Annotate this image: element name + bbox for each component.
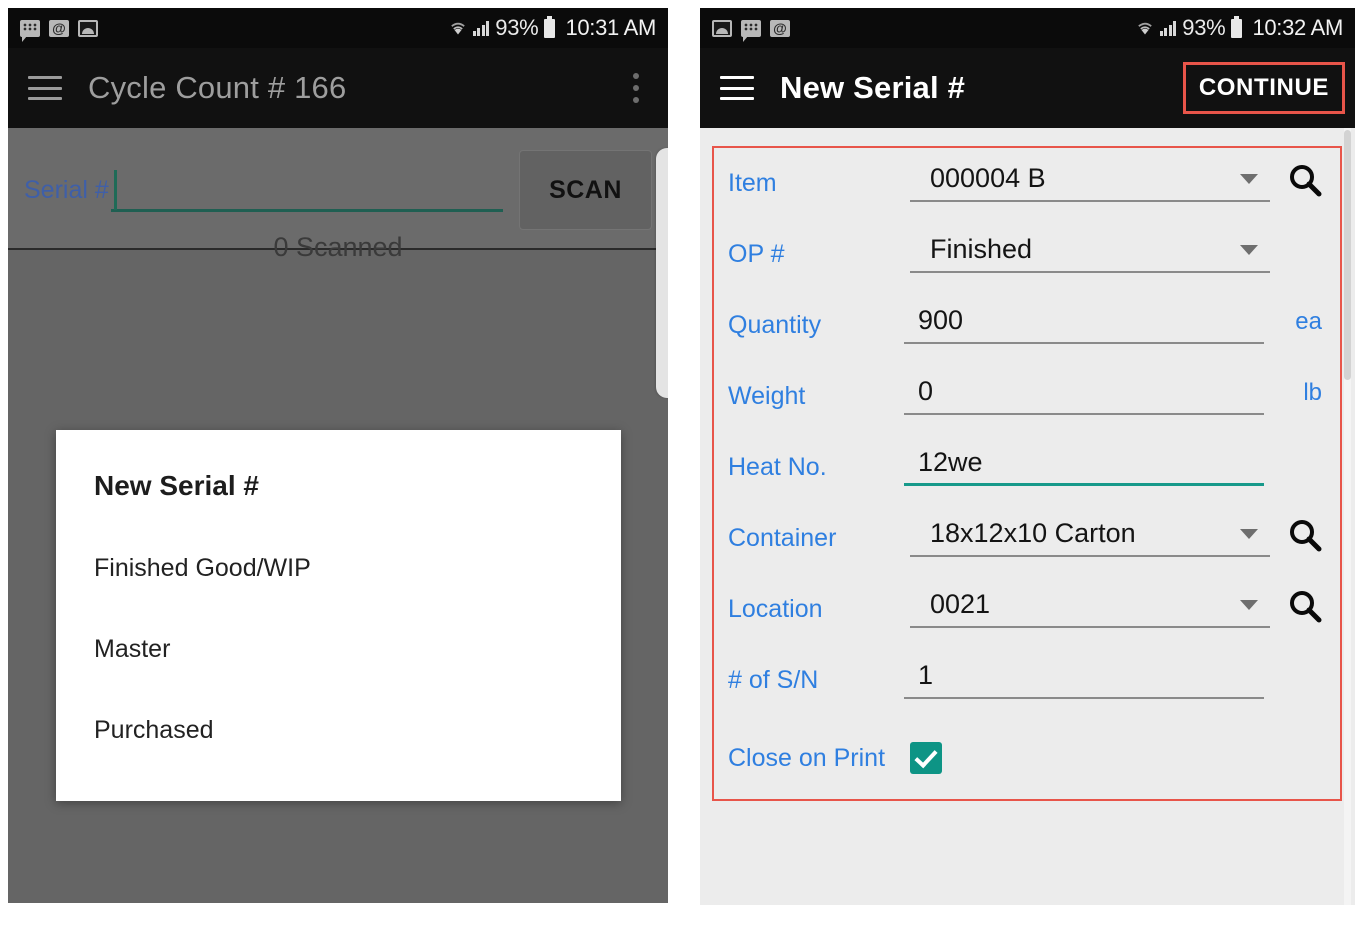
scan-button[interactable]: SCAN (519, 150, 652, 230)
right-phone-screenshot: @ 93% 10:32 AM New Serial # CONTINUE Ite… (700, 8, 1355, 905)
left-app-bar: Cycle Count # 166 (8, 48, 668, 128)
field-wrap-item[interactable]: 000004 B (910, 158, 1270, 202)
form-row-item: Item 000004 B (714, 158, 1340, 229)
unit-label-weight: lb (1303, 379, 1322, 406)
signal-bars-icon (472, 20, 490, 36)
form-row-container: Container 18x12x10 Carton (714, 513, 1340, 584)
page-title: Cycle Count # 166 (88, 70, 347, 105)
battery-icon (1231, 15, 1243, 38)
field-label-op-number: OP # (728, 240, 785, 268)
field-wrap-location[interactable]: 0021 (910, 584, 1270, 628)
continue-button[interactable]: CONTINUE (1182, 62, 1345, 114)
chevron-down-icon[interactable] (1240, 174, 1258, 184)
field-label-item: Item (728, 169, 777, 197)
status-notification-icons: @ (20, 19, 98, 42)
hamburger-menu-icon[interactable] (28, 76, 62, 100)
field-value-heat-number[interactable]: 12we (904, 442, 1264, 486)
status-system-icons: 93% 10:31 AM (449, 15, 656, 41)
scrollbar-thumb[interactable] (1344, 130, 1351, 380)
field-wrap-heat-number[interactable]: 12we (904, 442, 1264, 486)
status-system-icons: 93% 10:32 AM (1136, 15, 1343, 41)
dialog-option-master[interactable]: Master (94, 623, 583, 676)
signal-bars-icon (1159, 20, 1177, 36)
form-row-quantity: Quantity 900 ea (714, 300, 1340, 371)
hamburger-menu-icon[interactable] (720, 76, 754, 100)
search-icon[interactable] (1286, 517, 1326, 557)
form-row-heat-number: Heat No. 12we (714, 442, 1340, 513)
dialog-title: New Serial # (94, 470, 259, 501)
battery-icon (544, 15, 556, 38)
field-label-weight: Weight (728, 382, 806, 410)
close-on-print-checkbox[interactable] (910, 742, 942, 774)
field-value-location[interactable]: 0021 (910, 584, 1270, 628)
chat-icon (20, 19, 40, 42)
chat-icon (741, 19, 761, 42)
scanned-count-label: 0 Scanned (273, 232, 403, 262)
left-status-bar: @ 93% 10:31 AM (8, 8, 668, 48)
wifi-icon (1136, 20, 1154, 36)
field-wrap-quantity[interactable]: 900 ea (904, 300, 1322, 344)
chevron-down-icon[interactable] (1240, 600, 1258, 610)
photo-icon (78, 19, 98, 37)
field-wrap-container[interactable]: 18x12x10 Carton (910, 513, 1270, 557)
field-value-item[interactable]: 000004 B (910, 158, 1270, 202)
page-title: New Serial # (780, 70, 966, 105)
dialog-option-finished-good-wip[interactable]: Finished Good/WIP (94, 542, 583, 595)
new-serial-dialog: New Serial # Finished Good/WIP Master Pu… (56, 430, 621, 801)
status-clock: 10:32 AM (1252, 15, 1343, 40)
field-wrap-number-of-sn[interactable]: 1 (904, 655, 1264, 699)
battery-percentage: 93% (1182, 15, 1226, 40)
serial-scan-row: Serial # SCAN (8, 128, 668, 230)
serial-number-label: Serial # (24, 175, 109, 204)
serial-number-input[interactable] (110, 168, 503, 212)
field-value-number-of-sn[interactable]: 1 (904, 655, 1264, 699)
at-email-icon: @ (49, 19, 69, 37)
form-row-location: Location 0021 (714, 584, 1340, 655)
new-serial-form: Item 000004 B OP # Finished Quantity 900… (712, 146, 1342, 801)
field-wrap-weight[interactable]: 0 lb (904, 371, 1322, 415)
field-value-container[interactable]: 18x12x10 Carton (910, 513, 1270, 557)
left-scroll-nub[interactable] (656, 148, 668, 398)
status-clock: 10:31 AM (565, 15, 656, 40)
form-row-close-on-print: Close on Print (714, 726, 1340, 790)
search-icon[interactable] (1286, 162, 1326, 202)
field-label-location: Location (728, 595, 823, 623)
field-label-close-on-print: Close on Print (728, 743, 886, 772)
battery-percentage: 93% (495, 15, 539, 40)
left-phone-screenshot: @ 93% 10:31 AM Cycle Count # 166 Serial … (8, 8, 668, 905)
dialog-option-purchased[interactable]: Purchased (94, 704, 583, 757)
at-email-icon: @ (770, 19, 790, 37)
right-status-bar: @ 93% 10:32 AM (700, 8, 1355, 48)
field-value-op-number[interactable]: Finished (910, 229, 1270, 273)
field-value-weight[interactable]: 0 (904, 371, 1264, 415)
photo-icon (712, 19, 732, 37)
form-row-number-of-sn: # of S/N 1 (714, 655, 1340, 726)
kebab-overflow-icon[interactable] (624, 73, 648, 103)
chevron-down-icon[interactable] (1240, 529, 1258, 539)
status-notification-icons: @ (712, 19, 790, 42)
wifi-icon (449, 20, 467, 36)
unit-label-quantity: ea (1295, 308, 1322, 335)
field-value-quantity[interactable]: 900 (904, 300, 1264, 344)
field-label-heat-number: Heat No. (728, 453, 827, 481)
chevron-down-icon[interactable] (1240, 245, 1258, 255)
serial-scan-area: Serial # SCAN 0 Scanned (8, 128, 668, 262)
text-caret (113, 170, 117, 210)
field-label-container: Container (728, 524, 837, 552)
search-icon[interactable] (1286, 588, 1326, 628)
field-wrap-op-number[interactable]: Finished (910, 229, 1270, 273)
field-label-quantity: Quantity (728, 311, 822, 339)
right-app-bar: New Serial # CONTINUE (700, 48, 1355, 128)
form-row-weight: Weight 0 lb (714, 371, 1340, 442)
left-screen-body: Serial # SCAN 0 Scanned New Serial # Fin… (8, 128, 668, 905)
right-screen-body: Item 000004 B OP # Finished Quantity 900… (700, 128, 1355, 905)
form-row-op-number: OP # Finished (714, 229, 1340, 300)
field-label-number-of-sn: # of S/N (728, 666, 819, 694)
